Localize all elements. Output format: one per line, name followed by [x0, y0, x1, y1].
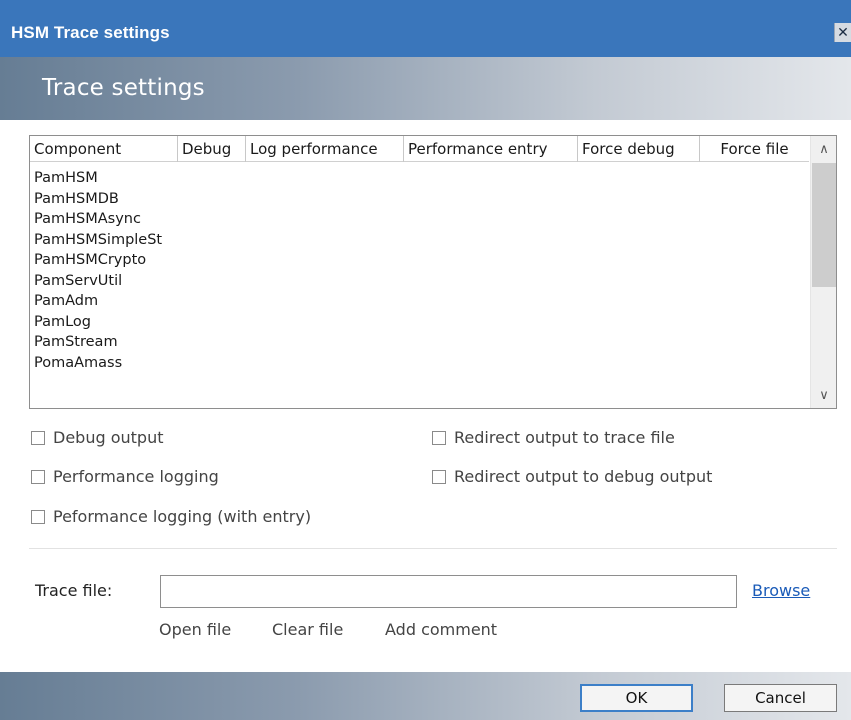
column-header-force-file[interactable]: Force file [700, 136, 809, 162]
performance-logging-entry-checkbox[interactable]: Peformance logging (with entry) [31, 507, 311, 526]
close-icon[interactable]: ✕ [834, 23, 851, 42]
table-row[interactable]: PamHSMCrypto [34, 250, 162, 271]
column-header-force-debug[interactable]: Force debug [578, 136, 700, 162]
scroll-thumb[interactable] [812, 163, 836, 287]
debug-output-label: Debug output [53, 428, 164, 447]
debug-output-checkbox[interactable]: Debug output [31, 428, 163, 447]
section-divider [29, 548, 837, 549]
grid-header: Component Debug Log performance Performa… [30, 136, 809, 162]
table-row[interactable]: PamAdm [34, 291, 162, 312]
column-header-log-performance[interactable]: Log performance [246, 136, 404, 162]
scroll-up-icon[interactable]: ∧ [811, 136, 836, 162]
table-row[interactable]: PomaAmass [34, 353, 162, 374]
table-row[interactable]: PamHSMAsync [34, 209, 162, 230]
scroll-down-icon[interactable]: ∨ [811, 382, 836, 408]
table-row[interactable]: PamStream [34, 332, 162, 353]
vertical-scrollbar[interactable]: ∧ ∨ [810, 136, 836, 408]
window-title: HSM Trace settings [11, 23, 170, 42]
redirect-trace-file-label: Redirect output to trace file [454, 428, 675, 447]
open-file-link[interactable]: Open file [159, 620, 231, 639]
checkbox-box[interactable] [31, 430, 45, 445]
dialog-header: Trace settings [0, 57, 851, 120]
performance-logging-label: Performance logging [53, 467, 219, 486]
checkbox-box[interactable] [31, 509, 45, 524]
cancel-button[interactable]: Cancel [724, 684, 837, 712]
component-grid[interactable]: Component Debug Log performance Performa… [29, 135, 837, 409]
redirect-trace-file-checkbox[interactable]: Redirect output to trace file [432, 428, 675, 447]
table-row[interactable]: PamLog [34, 312, 162, 333]
add-comment-link[interactable]: Add comment [385, 620, 497, 639]
checkbox-box[interactable] [432, 469, 446, 484]
trace-file-input[interactable] [160, 575, 737, 608]
trace-file-label: Trace file: [35, 581, 113, 600]
column-header-performance-entry[interactable]: Performance entry [404, 136, 578, 162]
performance-logging-entry-label: Peformance logging (with entry) [53, 507, 312, 526]
table-row[interactable]: PamHSMSimpleSt [34, 230, 162, 251]
browse-link[interactable]: Browse [752, 581, 810, 600]
ok-button[interactable]: OK [580, 684, 693, 712]
redirect-debug-output-checkbox[interactable]: Redirect output to debug output [432, 467, 712, 486]
column-header-debug[interactable]: Debug [178, 136, 246, 162]
checkbox-box[interactable] [31, 469, 45, 484]
table-row[interactable]: PamHSMDB [34, 189, 162, 210]
column-header-component[interactable]: Component [30, 136, 178, 162]
checkbox-box[interactable] [432, 430, 446, 445]
redirect-debug-output-label: Redirect output to debug output [454, 467, 713, 486]
clear-file-link[interactable]: Clear file [272, 620, 343, 639]
performance-logging-checkbox[interactable]: Performance logging [31, 467, 219, 486]
grid-rows: PamHSM PamHSMDB PamHSMAsync PamHSMSimple… [34, 168, 162, 373]
table-row[interactable]: PamServUtil [34, 271, 162, 292]
table-row[interactable]: PamHSM [34, 168, 162, 189]
title-bar: HSM Trace settings ✕ [0, 0, 851, 57]
header-title: Trace settings [42, 75, 205, 101]
